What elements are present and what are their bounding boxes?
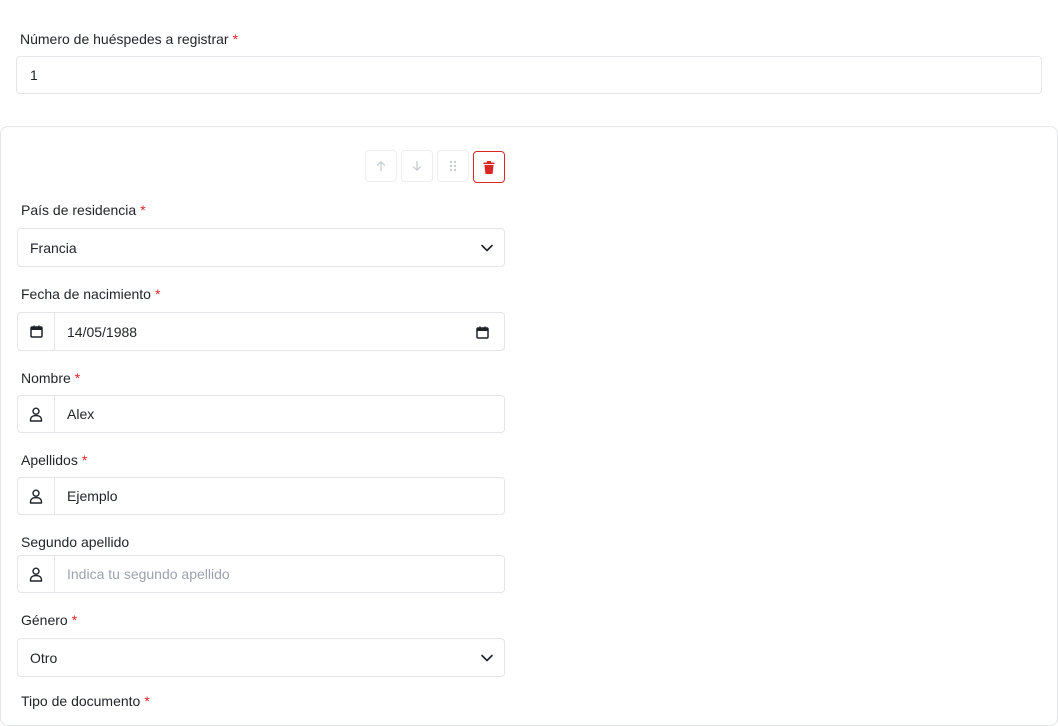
- chevron-down-icon: [481, 244, 493, 251]
- country-label-text: País de residencia: [21, 202, 137, 218]
- birth-date-addon: [18, 313, 55, 350]
- trash-icon: [483, 160, 495, 174]
- calendar-icon: [29, 325, 43, 338]
- guests-count-label-text: Número de huéspedes a registrar: [20, 31, 229, 47]
- last-name-value: Ejemplo: [67, 488, 118, 504]
- country-select[interactable]: Francia: [17, 228, 505, 267]
- second-last-name-placeholder: Indica tu segundo apellido: [67, 566, 230, 582]
- arrow-down-icon: [412, 160, 422, 171]
- first-name-value: Alex: [67, 406, 95, 422]
- document-type-label: Tipo de documento *: [21, 692, 150, 710]
- first-name-input[interactable]: Alex: [17, 395, 505, 433]
- user-icon: [29, 566, 43, 582]
- required-mark: *: [81, 452, 88, 468]
- required-mark: *: [74, 370, 81, 386]
- arrow-up-icon: [376, 161, 386, 172]
- chevron-down-icon: [481, 654, 493, 661]
- first-name-addon: [18, 396, 55, 432]
- document-type-label-text: Tipo de documento: [21, 693, 141, 709]
- user-icon: [29, 488, 43, 504]
- second-last-name-input[interactable]: Indica tu segundo apellido: [17, 555, 505, 593]
- required-mark: *: [154, 286, 161, 302]
- gender-value: Otro: [30, 649, 58, 666]
- gender-label-text: Género: [21, 612, 68, 628]
- second-last-name-label: Segundo apellido: [21, 533, 129, 551]
- second-last-name-addon: [18, 556, 55, 592]
- required-mark: *: [71, 612, 78, 628]
- country-label: País de residencia *: [21, 201, 146, 219]
- birth-date-input[interactable]: 14/05/1988: [17, 312, 505, 351]
- last-name-label-text: Apellidos: [21, 452, 78, 468]
- birth-date-label: Fecha de nacimiento *: [21, 285, 160, 303]
- gender-select[interactable]: Otro: [17, 638, 505, 677]
- required-mark: *: [144, 693, 150, 709]
- move-up-button[interactable]: [365, 150, 397, 182]
- guests-count-value: 1: [30, 67, 38, 83]
- required-mark: *: [232, 31, 239, 47]
- country-value: Francia: [30, 239, 77, 256]
- calendar-picker-icon[interactable]: [476, 326, 489, 339]
- delete-guest-button[interactable]: [473, 151, 505, 183]
- first-name-label-text: Nombre: [21, 370, 71, 386]
- drag-handle-icon: [449, 160, 457, 172]
- required-mark: *: [140, 202, 146, 218]
- second-last-name-label-text: Segundo apellido: [21, 534, 130, 550]
- guests-count-label: Número de huéspedes a registrar *: [20, 30, 238, 48]
- last-name-input[interactable]: Ejemplo: [17, 477, 505, 515]
- move-down-button[interactable]: [401, 150, 433, 182]
- user-icon: [29, 406, 43, 422]
- last-name-addon: [18, 478, 55, 514]
- birth-date-label-text: Fecha de nacimiento: [21, 286, 151, 302]
- last-name-label: Apellidos *: [21, 451, 87, 469]
- guests-count-input[interactable]: 1: [16, 56, 1042, 94]
- gender-label: Género *: [21, 611, 77, 629]
- drag-handle-button[interactable]: [437, 150, 469, 182]
- first-name-label: Nombre *: [21, 369, 80, 387]
- birth-date-value: 14/05/1988: [67, 323, 138, 340]
